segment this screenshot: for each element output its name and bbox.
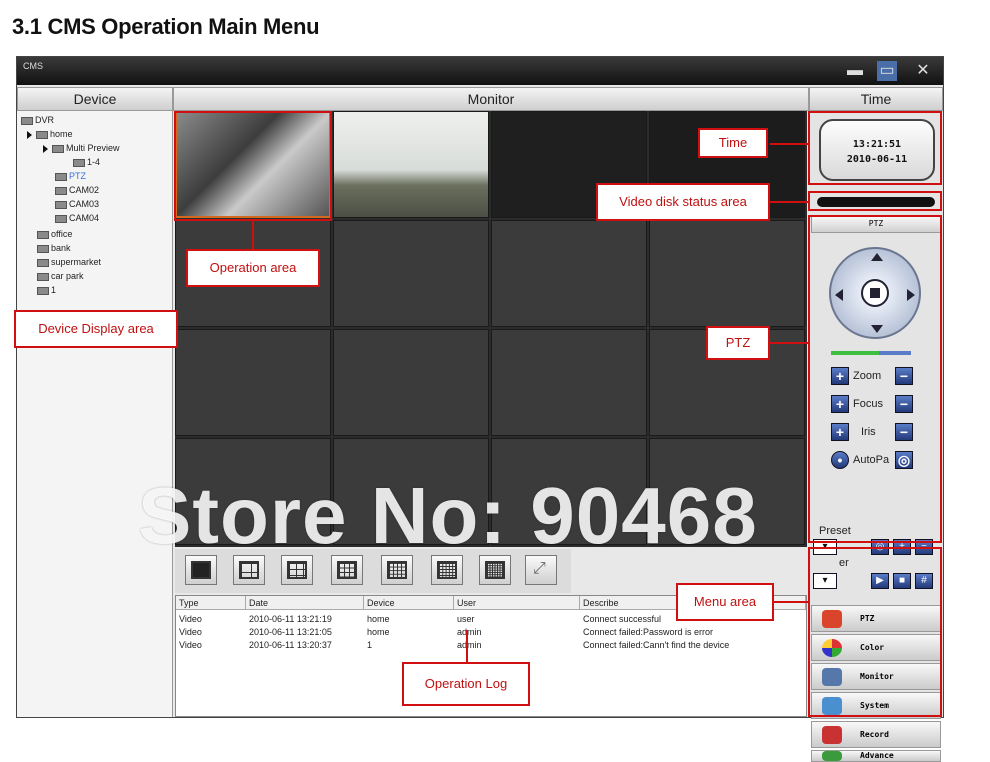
title-bar: CMS ▬ ▭ ✕ xyxy=(17,57,943,85)
log-cell: home xyxy=(367,614,390,624)
tree-item-multi-preview[interactable]: Multi Preview xyxy=(43,143,120,153)
video-cell[interactable] xyxy=(333,111,489,218)
log-cell: 2010-06-11 13:21:19 xyxy=(249,614,332,624)
tree-item-car-park[interactable]: car park xyxy=(37,271,84,281)
video-cell[interactable] xyxy=(333,220,489,327)
record-icon xyxy=(822,726,842,744)
device-tree: DVR home Multi Preview 1-4 PTZ CAM02 CAM… xyxy=(17,111,173,717)
dvr-icon xyxy=(37,258,49,267)
annotation-ptz: PTZ xyxy=(706,326,770,360)
time-highlight xyxy=(808,111,942,185)
dvr-icon xyxy=(37,230,49,239)
computer-icon xyxy=(21,116,33,125)
tree-item-bank[interactable]: bank xyxy=(37,243,71,253)
camera-icon xyxy=(55,200,67,209)
annotation-device-display: Device Display area xyxy=(14,310,178,348)
tree-item-cam02[interactable]: CAM02 xyxy=(55,185,99,195)
camera-icon xyxy=(55,214,67,223)
tree-item-dvr[interactable]: DVR xyxy=(21,115,54,125)
minimize-icon[interactable]: ▬ xyxy=(845,61,865,81)
expand-arrow-icon[interactable] xyxy=(43,144,48,153)
page-heading: 3.1 CMS Operation Main Menu xyxy=(12,14,320,39)
monitor-column-header: Monitor xyxy=(173,87,809,111)
camera-icon xyxy=(73,158,85,167)
log-cell: Connect successful xyxy=(583,614,662,624)
dvr-icon xyxy=(37,272,49,281)
log-col-date[interactable]: Date xyxy=(246,596,364,610)
dvr-icon xyxy=(37,244,49,253)
menu-item-record[interactable]: Record xyxy=(811,721,941,748)
connector-line xyxy=(770,143,810,145)
log-cell: Connect failed:Cann't find the device xyxy=(583,640,730,650)
restore-icon[interactable]: ▭ xyxy=(877,61,897,81)
operation-area-highlight xyxy=(174,111,332,221)
tree-item-home[interactable]: home xyxy=(27,129,73,139)
log-cell: 1 xyxy=(367,640,373,650)
log-cell: admin xyxy=(457,627,482,637)
video-cell[interactable] xyxy=(333,329,489,436)
advance-icon xyxy=(822,751,842,761)
tree-item-1[interactable]: 1 xyxy=(37,285,56,295)
cms-window: CMS ▬ ▭ ✕ Device Monitor Time DVR home M… xyxy=(16,56,944,762)
video-cell[interactable] xyxy=(491,220,647,327)
tree-item-supermarket[interactable]: supermarket xyxy=(37,257,101,267)
log-cell: 2010-06-11 13:21:05 xyxy=(249,627,332,637)
log-col-user[interactable]: User xyxy=(454,596,580,610)
time-column-header: Time xyxy=(809,87,943,111)
log-col-device[interactable]: Device xyxy=(364,596,454,610)
camera-icon xyxy=(55,172,67,181)
log-cell: user xyxy=(457,614,475,624)
menu-area-highlight xyxy=(808,547,942,717)
connector-line xyxy=(770,342,810,344)
tree-item-ptz[interactable]: PTZ xyxy=(55,171,86,181)
connector-line xyxy=(466,630,468,664)
log-cell: home xyxy=(367,627,390,637)
dvr-icon xyxy=(37,286,49,295)
log-cell: Video xyxy=(179,640,202,650)
log-cell: Connect failed:Password is error xyxy=(583,627,714,637)
annotation-operation-area: Operation area xyxy=(186,249,320,287)
annotation-video-disk: Video disk status area xyxy=(596,183,770,221)
ptz-highlight xyxy=(808,215,942,543)
tree-item-cam03[interactable]: CAM03 xyxy=(55,199,99,209)
annotation-operation-log: Operation Log xyxy=(402,662,530,706)
camera-icon xyxy=(55,186,67,195)
camera-icon xyxy=(52,144,64,153)
log-cell: admin xyxy=(457,640,482,650)
annotation-menu-area: Menu area xyxy=(676,583,774,621)
log-cell: Video xyxy=(179,627,202,637)
video-cell[interactable] xyxy=(491,329,647,436)
fullscreen-icon: ⤢ xyxy=(533,560,546,577)
log-cell: 2010-06-11 13:20:37 xyxy=(249,640,332,650)
connector-line xyxy=(252,221,254,249)
tree-item-1-4[interactable]: 1-4 xyxy=(73,157,100,167)
expand-arrow-icon[interactable] xyxy=(27,130,32,139)
video-cell[interactable] xyxy=(649,220,805,327)
tree-item-cam04[interactable]: CAM04 xyxy=(55,213,99,223)
close-icon[interactable]: ✕ xyxy=(913,61,933,81)
dvr-icon xyxy=(36,130,48,139)
store-watermark: Store No: 90468 xyxy=(138,471,758,560)
log-col-type[interactable]: Type xyxy=(176,596,246,610)
annotation-time: Time xyxy=(698,128,768,158)
video-cell[interactable] xyxy=(175,329,331,436)
log-cell: Video xyxy=(179,614,202,624)
window-title: CMS xyxy=(23,61,43,71)
video-disk-highlight xyxy=(808,191,942,211)
device-column-header: Device xyxy=(17,87,173,111)
tree-item-office[interactable]: office xyxy=(37,229,72,239)
menu-item-advance[interactable]: Advance xyxy=(811,750,941,762)
